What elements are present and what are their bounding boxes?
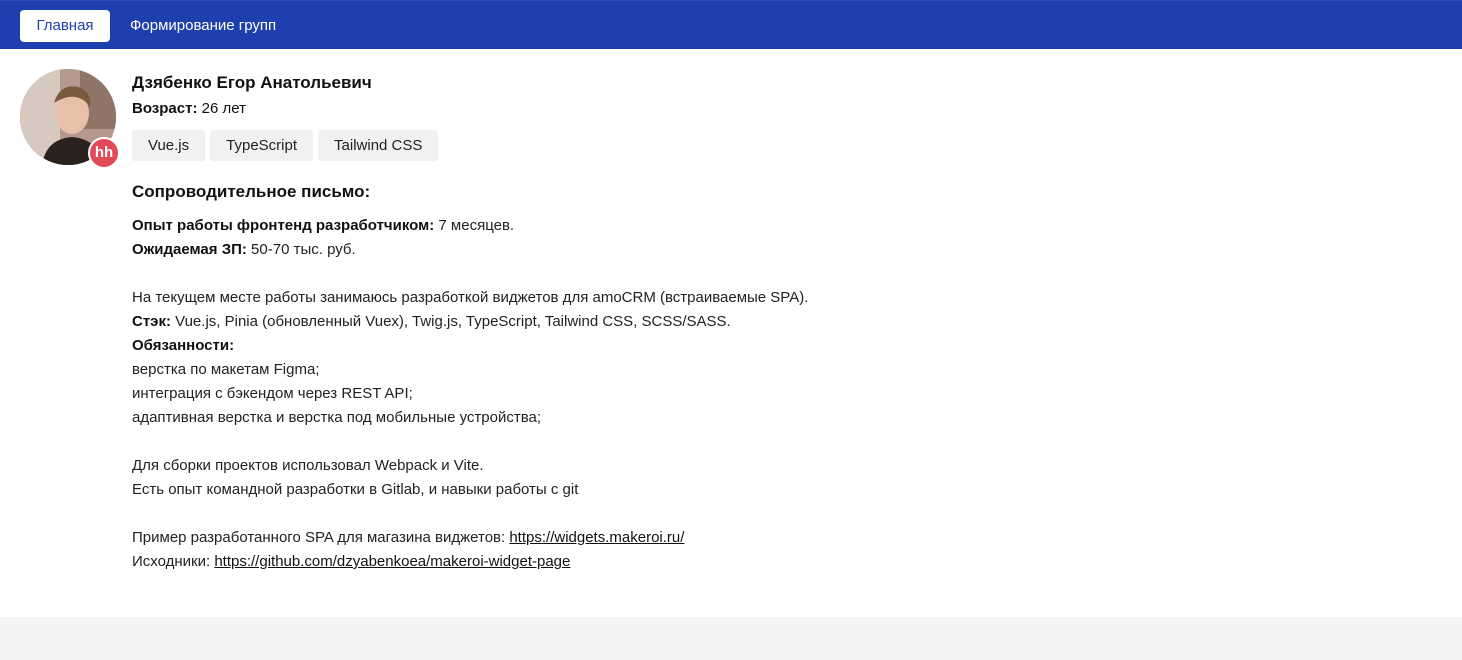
page-footer-area: [0, 617, 1462, 660]
example-label: Пример разработанного SPA для магазина в…: [132, 529, 506, 546]
stack-line: Стэк: Vue.js, Pinia (обновленный Vuex), …: [132, 310, 1032, 334]
duty-item: интеграция с бэкендом через REST API;: [132, 385, 413, 402]
nav-home-button[interactable]: Главная: [20, 10, 110, 42]
skill-tags: Vue.js TypeScript Tailwind CSS: [132, 130, 439, 161]
skill-tag: Vue.js: [132, 130, 206, 161]
salary-value: 50-70 тыс. руб.: [251, 241, 356, 258]
duty-item: верстка по макетам Figma;: [132, 361, 320, 378]
source-label: Исходники:: [132, 553, 211, 570]
duty-item: адаптивная верстка и верстка под мобильн…: [132, 409, 542, 426]
skill-tag: TypeScript: [210, 130, 314, 161]
hh-badge[interactable]: hh: [88, 137, 120, 169]
stack-value: Vue.js, Pinia (обновленный Vuex), Twig.j…: [175, 313, 731, 330]
salary-line: Ожидаемая ЗП: 50-70 тыс. руб.: [132, 238, 1032, 262]
example-line: Пример разработанного SPA для магазина в…: [132, 526, 1032, 550]
source-line: Исходники: https://github.com/dzyabenkoe…: [132, 550, 1032, 574]
team-experience-text: Есть опыт командной разработки в Gitlab,…: [132, 481, 579, 498]
skill-tag: Tailwind CSS: [318, 130, 439, 161]
example-link[interactable]: https://widgets.makeroi.ru/: [509, 529, 684, 546]
stack-label: Стэк:: [132, 313, 171, 330]
experience-value: 7 месяцев.: [438, 217, 515, 234]
cover-letter-body: Опыт работы фронтенд разработчиком: 7 ме…: [132, 214, 1032, 574]
candidate-card: hh Дзябенко Егор Анатольевич Возраст: 26…: [0, 49, 1462, 617]
nav-groups-link[interactable]: Формирование групп: [130, 10, 276, 42]
candidate-age: Возраст: 26 лет: [132, 100, 246, 117]
current-job-text: На текущем месте работы занимаюсь разраб…: [132, 289, 809, 306]
build-tools-text: Для сборки проектов использовал Webpack …: [132, 457, 484, 474]
experience-line: Опыт работы фронтенд разработчиком: 7 ме…: [132, 214, 1032, 238]
age-value: 26 лет: [201, 100, 246, 117]
cover-letter-title: Сопроводительное письмо:: [132, 182, 371, 201]
age-label: Возраст:: [132, 100, 198, 117]
duties-label-text: Обязанности:: [132, 337, 235, 354]
salary-label: Ожидаемая ЗП:: [132, 241, 247, 258]
experience-label: Опыт работы фронтенд разработчиком:: [132, 217, 435, 234]
source-link[interactable]: https://github.com/dzyabenkoea/makeroi-w…: [214, 553, 570, 570]
candidate-name: Дзябенко Егор Анатольевич: [132, 73, 372, 92]
top-nav: Главная Формирование групп: [0, 0, 1462, 49]
duties-label: Обязанности:: [132, 334, 1032, 358]
